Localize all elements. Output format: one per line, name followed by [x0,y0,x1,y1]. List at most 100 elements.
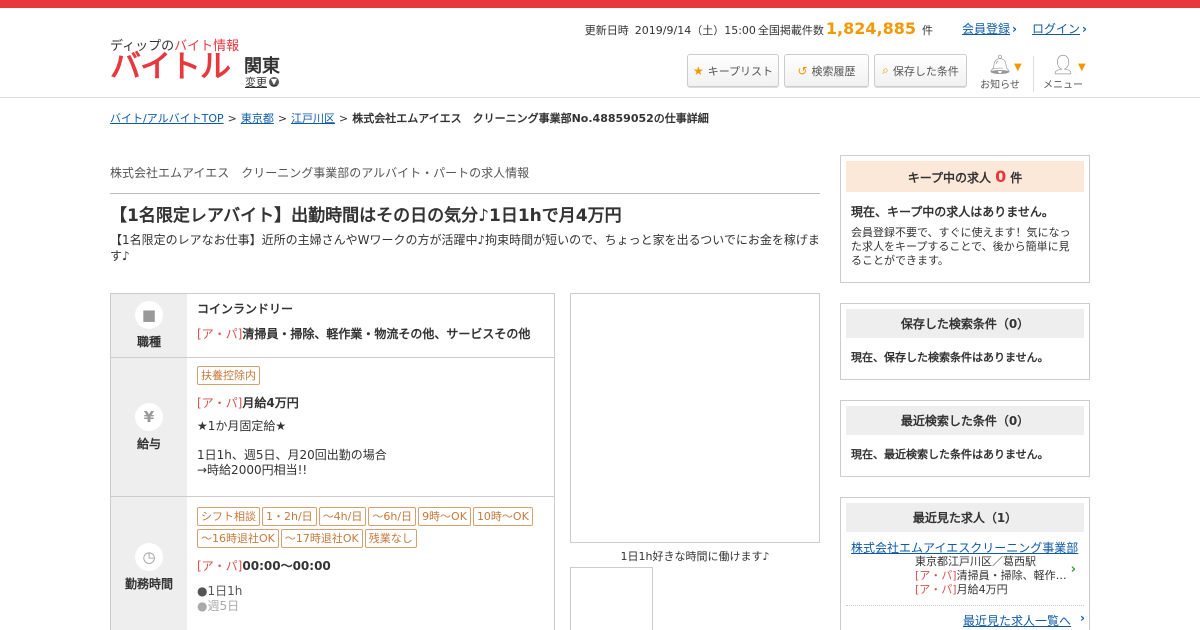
login-link[interactable]: ログイン › [1032,20,1087,37]
hours-tag: ～17時退社OK [280,529,363,548]
header-divider [1033,56,1034,92]
saved-panel-title: 保存した検索条件（0） [846,309,1084,338]
chevron-right-icon: › [1070,562,1076,577]
recent-viewed-more[interactable]: 最近見た求人一覧へ › [841,606,1089,629]
search-history-button[interactable]: ↺ 検索履歴 [784,54,869,87]
salary-value: 扶養控除内 [ア・パ]月給4万円 ★1か月固定給★ 1日1h、週5日、月20回出… [187,358,554,496]
occupation-place: コインランドリー [197,302,294,316]
clock-icon: ◷ [135,542,163,571]
chevron-right-icon: › [1080,611,1085,625]
chevron-right-icon: › [1082,22,1087,36]
breadcrumb-separator: > [227,112,237,125]
update-label: 更新日時 [584,24,629,37]
hours-tag: シフト相談 [197,507,260,526]
keep-unit: 件 [1010,171,1023,185]
recent-viewed-item[interactable]: 株式会社エムアイエスクリーニング事業部 東京都江戸川区／葛西駅 [ア・パ]清掃員… [846,537,1084,606]
occupation-label: 職種 [136,335,161,349]
hours-bullet: ●週5日 [197,599,240,613]
salary-label-cell: ¥ 給与 [111,358,187,496]
top-accent-bar [0,0,1200,8]
hours-tag: ～4h/日 [318,507,367,526]
hours-row: ◷ 勤務時間 シフト相談 1・2h/日 ～4h/日 ～6h/日 9時～OK 10時～OK ～… [111,497,554,630]
employment-type: [ア・パ] [915,569,957,582]
notifications-label: お知らせ [980,80,1020,91]
salary-tag: 扶養控除内 [197,366,260,385]
site-header: ディップのバイト情報 バイトル 関東 変更 ▼ 更新日時 2019/9/14（土… [0,8,1200,98]
breadcrumb-tokyo[interactable]: 東京都 [241,112,274,125]
employment-type: [ア・パ] [197,396,243,410]
listing-count: 1,824,885 [825,19,916,38]
listing-label: 全国掲載件数 [757,24,824,37]
hours-label: 勤務時間 [124,576,173,591]
menu-button[interactable]: 👤︎ ▼ メニュー [1040,54,1086,91]
salary-note: →時給2000円相当!! [197,463,308,477]
job-photo[interactable] [570,293,820,543]
notifications-button[interactable]: 🔔︎ ▼ お知らせ [978,54,1022,91]
salary-amount: 月給4万円 [242,396,299,410]
salary-note: 1日1h、週5日、月20回出勤の場合 [197,448,387,462]
breadcrumb-top[interactable]: バイト/アルバイトTOP [110,112,224,125]
breadcrumb-edogawa[interactable]: 江戸川区 [291,112,335,125]
saved-conditions-button[interactable]: ⌕ 保存した条件 [874,54,967,87]
register-link[interactable]: 会員登録 › [962,20,1017,37]
recent-viewed-job: 清掃員・掃除、軽作… [956,569,1067,582]
recent-viewed-location: 東京都江戸川区／葛西駅 [915,555,1036,568]
history-icon: ↺ [797,63,808,78]
update-datetime: 2019/9/14（土）15:00 [634,24,756,37]
register-link-label: 会員登録 [962,22,1011,36]
employment-type: [ア・パ] [915,583,957,596]
search-icon: ⌕ [882,63,889,77]
keep-count: 0 [995,167,1007,186]
hours-tag: 残業なし [364,529,417,548]
hours-tag: 10時～OK [472,507,533,526]
saved-conditions-label: 保存した条件 [892,64,959,78]
recent-viewed-title: 最近見た求人（1） [846,503,1084,532]
chevron-down-icon: ▼ [269,77,279,87]
salary-label: 給与 [136,436,161,451]
hours-tags: シフト相談 1・2h/日 ～4h/日 ～6h/日 9時～OK 10時～OK ～16時退社OK… [197,507,544,551]
occupation-text: 清掃員・掃除、軽作業・物流その他、サービスその他 [242,327,531,341]
recent-viewed-company-link[interactable]: 株式会社エムアイエスクリーニング事業部 [851,541,1079,555]
recent-search-panel: 最近検索した条件（0） 現在、最近検索した条件はありません。 [840,400,1090,477]
chevron-down-icon: ▼ [1078,62,1086,73]
occupation-row: ■ 職種 コインランドリー [ア・パ]清掃員・掃除、軽作業・物流その他、サービス… [111,294,554,358]
employment-type: [ア・パ] [197,327,243,341]
breadcrumb-current: 株式会社エムアイエス クリーニング事業部No.48859052の仕事詳細 [352,112,709,125]
site-logo[interactable]: バイトル [110,52,231,83]
hours-tag: ～16時退社OK [197,529,279,548]
yen-icon: ¥ [135,402,163,431]
recent-search-title: 最近検索した条件（0） [846,406,1084,435]
occupation-value: コインランドリー [ア・パ]清掃員・掃除、軽作業・物流その他、サービスその他 [187,294,554,357]
region-change-link[interactable]: 変更 ▼ [245,74,279,90]
hours-bullet: ●1日1h [197,584,243,598]
salary-row: ¥ 給与 扶養控除内 [ア・パ]月給4万円 ★1か月固定給★ 1日1h、週5日、… [111,358,554,497]
job-title: 【1名限定レアバイト】出勤時間はその日の気分♪1日1hで月4万円 [110,206,622,226]
salary-note: ★1か月固定給★ [197,419,287,433]
keep-list-button[interactable]: ★ キープリスト [687,54,779,87]
update-info: 更新日時 2019/9/14（土）15:00 全国掲載件数 1,824,885 … [585,19,933,38]
hours-tag: 9時～OK [418,507,471,526]
employment-type: [ア・パ] [197,559,243,573]
breadcrumb-separator: > [339,112,349,125]
recent-search-body: 現在、最近検索した条件はありません。 [841,440,1089,470]
login-link-label: ログイン [1032,22,1081,36]
hours-label-cell: ◷ 勤務時間 [111,497,187,630]
saved-conditions-panel: 保存した検索条件（0） 現在、保存した検索条件はありません。 [840,303,1090,380]
keep-panel: キープ中の求人 0 件 現在、キープ中の求人はありません。 会員登録不要で、すぐに使… [840,155,1090,283]
recent-viewed-more-link[interactable]: 最近見た求人一覧へ [963,614,1071,628]
recent-viewed-salary: 月給4万円 [956,583,1008,596]
star-icon: ★ [692,63,704,78]
keep-empty-message: 現在、キープ中の求人はありません。 [851,205,1054,219]
breadcrumb: バイト/アルバイトTOP > 東京都 > 江戸川区 > 株式会社エムアイエス クリーニング事… [110,110,709,126]
hours-tag: ～6h/日 [368,507,417,526]
keep-panel-body: 現在、キープ中の求人はありません。 会員登録不要で、すぐに使えます！気になった求… [841,197,1089,276]
keep-list-label: キープリスト [707,64,774,78]
chevron-right-icon: › [1012,22,1017,36]
keep-panel-title: キープ中の求人 [907,171,992,185]
job-description: 【1名限定のレアなお仕事】近所の主婦さんやWワークの方が活躍中♪拘束時間が短いの… [110,233,820,263]
saved-panel-body: 現在、保存した検索条件はありません。 [841,343,1089,373]
breadcrumb-separator: > [277,112,288,125]
photo-thumbnail[interactable] [570,567,653,630]
job-info-table: ■ 職種 コインランドリー [ア・パ]清掃員・掃除、軽作業・物流その他、サービス… [110,293,555,630]
recent-viewed-panel: 最近見た求人（1） 株式会社エムアイエスクリーニング事業部 東京都江戸川区／葛西… [840,497,1090,630]
